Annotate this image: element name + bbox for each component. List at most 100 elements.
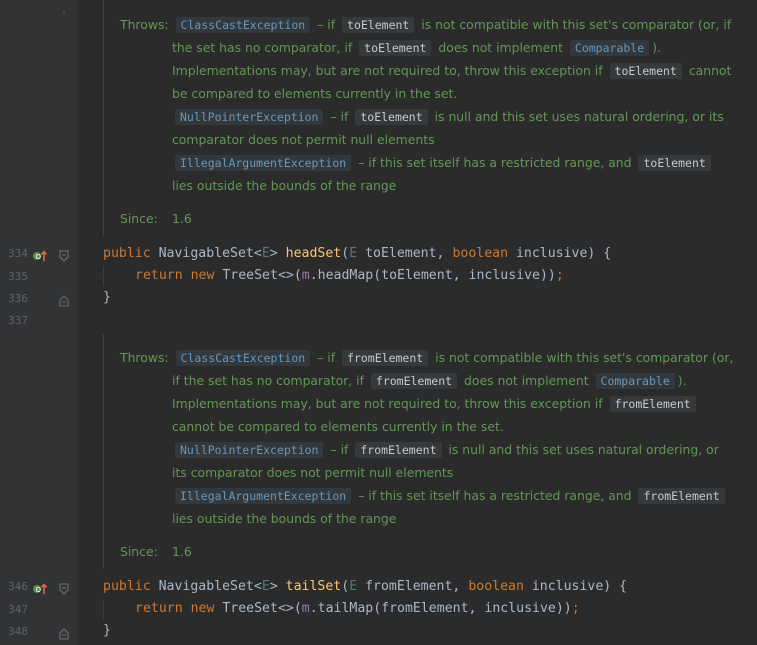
doc-line: the set has no comparator, if toElement … xyxy=(172,36,661,59)
doc-text: does not implement xyxy=(438,40,563,55)
param: inclusive) { xyxy=(508,246,612,261)
throws-label: Throws: xyxy=(120,350,169,365)
fold-marker-icon[interactable] xyxy=(59,580,69,595)
fold-marker-icon[interactable] xyxy=(59,292,69,307)
since-value: 1.6 xyxy=(172,211,192,226)
doc-since-value: 1.6 xyxy=(172,540,192,563)
code-line-347[interactable]: return new TreeSet<>(m.tailMap(fromEleme… xyxy=(135,598,580,620)
doc-line: its comparator does not permit null elem… xyxy=(172,461,453,484)
code-line-335[interactable]: return new TreeSet<>(m.headMap(toElement… xyxy=(135,265,564,287)
doc-text: – if xyxy=(330,442,349,457)
closing-brace: } xyxy=(103,623,111,638)
doc-line: Implementations may, but are not require… xyxy=(172,392,699,415)
doc-line: comparator does not permit null elements xyxy=(172,128,435,151)
svg-text:O: O xyxy=(36,586,42,594)
code-ref: fromElement xyxy=(638,488,725,504)
type-name: TreeSet<>( xyxy=(214,601,302,616)
code-line-348[interactable]: } xyxy=(103,620,111,642)
doc-since: Since: xyxy=(120,207,158,230)
param: inclusive) { xyxy=(523,579,628,594)
keyword: boolean xyxy=(452,246,509,261)
doc-line: NullPointerException – if fromElement is… xyxy=(172,438,719,461)
line-number: 337 xyxy=(8,314,28,327)
fold-marker-icon[interactable] xyxy=(59,0,69,15)
code-ref: fromElement xyxy=(609,396,696,412)
doc-line: IllegalArgumentException – if this set i… xyxy=(172,484,728,507)
doc-line: Throws: ClassCastException – if toElemen… xyxy=(120,13,731,36)
keyword: public xyxy=(103,579,151,594)
keyword: return xyxy=(135,601,183,616)
since-label: Since: xyxy=(120,544,158,559)
doc-line: Implementations may, but are not require… xyxy=(172,59,731,82)
exception-link[interactable]: NullPointerException xyxy=(175,109,324,125)
punct: ( xyxy=(341,246,350,261)
fold-marker-icon[interactable] xyxy=(59,247,69,262)
doc-text: – if xyxy=(317,17,336,32)
doc-since-value: 1.6 xyxy=(172,207,192,230)
doc-text: – if xyxy=(317,350,336,365)
type-param: E xyxy=(261,246,270,261)
closing-brace: } xyxy=(103,290,111,305)
exception-link[interactable]: ClassCastException xyxy=(175,350,311,366)
doc-text: its comparator does not permit null elem… xyxy=(172,465,454,480)
code-ref: toElement xyxy=(342,17,415,33)
doc-text: is not compatible with this set's compar… xyxy=(435,350,734,365)
fold-marker-icon[interactable] xyxy=(59,625,69,640)
exception-link[interactable]: NullPointerException xyxy=(175,442,324,458)
line-number: 347 xyxy=(8,603,28,616)
type-param: E xyxy=(349,246,358,261)
doc-text: lies outside the bounds of the range xyxy=(172,178,397,193)
override-gutter-icon[interactable]: O xyxy=(32,580,48,594)
line-number: 348 xyxy=(8,625,28,638)
punct: ( xyxy=(341,579,350,594)
doc-text: – if this set itself has a restricted ra… xyxy=(358,488,632,503)
throws-label: Throws: xyxy=(120,17,169,32)
javadoc-rendered-headset: Throws: ClassCastException – if toElemen… xyxy=(103,0,757,236)
doc-text: is null and this set uses natural orderi… xyxy=(434,109,724,124)
method-name: tailSet xyxy=(285,579,342,594)
type-param: E xyxy=(261,579,270,594)
doc-text: the set has no comparator, if xyxy=(172,40,353,55)
code-ref: fromElement xyxy=(355,442,442,458)
comparable-link[interactable]: Comparable xyxy=(569,40,650,56)
punct: > xyxy=(269,579,286,594)
indent-guide xyxy=(103,599,104,619)
param: fromElement, xyxy=(357,579,469,594)
line-number: 334 xyxy=(8,247,28,260)
exception-link[interactable]: ClassCastException xyxy=(175,17,311,33)
javadoc-rendered-tailset: Throws: ClassCastException – if fromElem… xyxy=(103,334,757,569)
code-line-346[interactable]: public NavigableSet<E> tailSet(E fromEle… xyxy=(103,576,627,598)
override-gutter-icon[interactable]: O xyxy=(32,247,48,261)
doc-line: be compared to elements currently in the… xyxy=(172,82,457,105)
doc-text: is not compatible with this set's compar… xyxy=(421,17,732,32)
keyword: boolean xyxy=(468,579,524,594)
keyword: new xyxy=(190,268,215,283)
code-ref: fromElement xyxy=(342,350,429,366)
code-ref: toElement xyxy=(638,155,711,171)
exception-link[interactable]: IllegalArgumentException xyxy=(175,155,352,171)
doc-line: lies outside the bounds of the range xyxy=(172,174,396,197)
comparable-link[interactable]: Comparable xyxy=(595,373,675,389)
doc-text: cannot xyxy=(688,63,732,78)
doc-text: ). xyxy=(652,40,661,55)
code-line-334[interactable]: public NavigableSet<E> headSet(E toEleme… xyxy=(103,243,611,265)
doc-text: – if xyxy=(330,109,349,124)
keyword: return xyxy=(135,268,183,283)
doc-line: IllegalArgumentException – if this set i… xyxy=(172,151,714,174)
doc-text: be compared to elements currently in the… xyxy=(172,86,458,101)
call: .tailMap(fromElement, inclusive)) xyxy=(309,601,572,616)
editor-gutter: 334 O 335 336 337 346 O 347 348 xyxy=(0,0,78,645)
exception-link[interactable]: IllegalArgumentException xyxy=(175,488,352,504)
punct: < xyxy=(253,579,262,594)
param: toElement, xyxy=(357,246,453,261)
field: m xyxy=(301,268,310,283)
keyword: public xyxy=(103,246,151,261)
code-line-336[interactable]: } xyxy=(103,287,111,309)
doc-line: if the set has no comparator, if fromEle… xyxy=(172,369,687,392)
code-ref: toElement xyxy=(359,40,432,56)
line-number: 346 xyxy=(8,580,28,593)
code-ref: fromElement xyxy=(370,373,458,389)
since-value: 1.6 xyxy=(172,544,192,559)
doc-line: NullPointerException – if toElement is n… xyxy=(172,105,724,128)
doc-since: Since: xyxy=(120,540,158,563)
